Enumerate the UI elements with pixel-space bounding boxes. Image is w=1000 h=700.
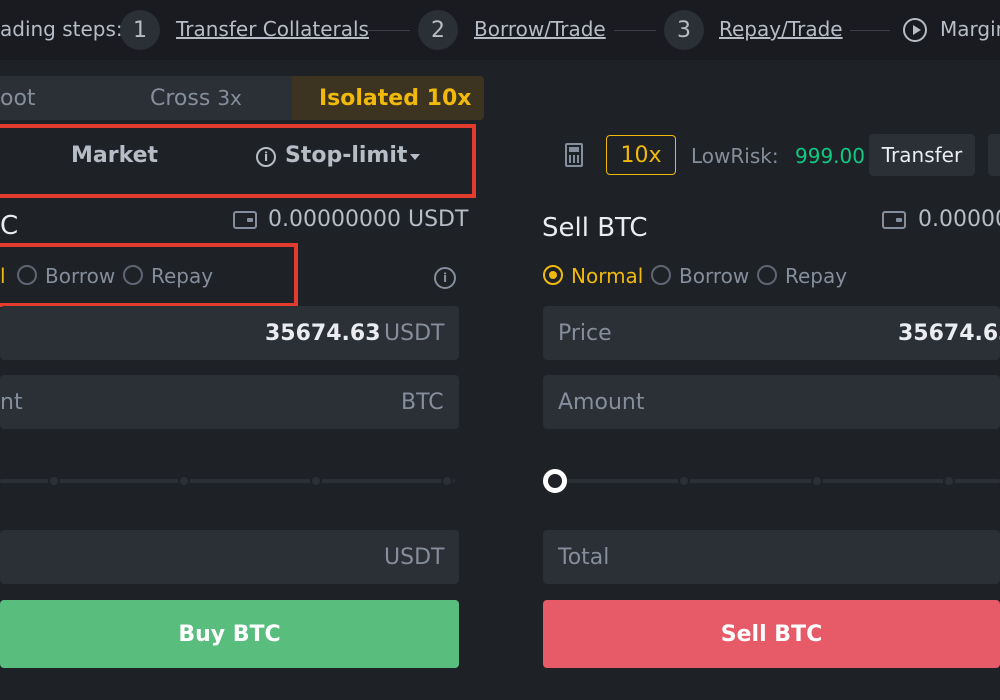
- sell-slider-track[interactable]: [555, 479, 1000, 483]
- tab-spot[interactable]: oot: [0, 86, 36, 111]
- buy-amount-input[interactable]: [0, 375, 459, 429]
- sell-mode-borrow-label[interactable]: Borrow: [679, 264, 749, 288]
- step-3-number: 3: [664, 10, 704, 50]
- sell-total-label: Total: [558, 545, 610, 570]
- sell-slider-handle[interactable]: [543, 469, 567, 493]
- buy-price-value: 35674.63: [265, 321, 381, 346]
- slider-mark-25[interactable]: [678, 475, 690, 487]
- step-connector: [368, 30, 410, 31]
- info-icon[interactable]: i: [256, 147, 276, 167]
- buy-slider-track[interactable]: [0, 479, 455, 483]
- borrow-button[interactable]: [988, 134, 1000, 176]
- sell-balance: 0.00000: [918, 207, 1000, 232]
- buy-price-unit: USDT: [384, 321, 445, 346]
- sell-mode-repay-radio[interactable]: [757, 265, 777, 285]
- buy-amount-label: nt: [0, 390, 23, 415]
- calculator-icon[interactable]: [565, 143, 583, 167]
- trading-steps-label: ading steps:: [0, 17, 123, 41]
- info-icon[interactable]: i: [434, 267, 456, 289]
- sell-mode-normal-radio[interactable]: [543, 265, 563, 285]
- step-2-number: 2: [418, 10, 458, 50]
- margin-tutorial-link[interactable]: Margin: [940, 17, 1000, 41]
- tab-cross[interactable]: Cross 3x: [150, 86, 242, 111]
- slider-mark-100[interactable]: [441, 475, 453, 487]
- sell-mode-normal-label[interactable]: Normal: [571, 264, 643, 288]
- tab-market[interactable]: Market: [71, 143, 158, 168]
- sell-btc-button[interactable]: Sell BTC: [543, 600, 1000, 668]
- tab-stop-limit[interactable]: Stop-limit: [285, 143, 407, 168]
- wallet-icon: [882, 211, 906, 229]
- sell-price-value: 35674.63: [898, 321, 1000, 346]
- buy-btc-button[interactable]: Buy BTC: [0, 600, 459, 668]
- buy-total-unit: USDT: [384, 545, 445, 570]
- sell-total-input[interactable]: [543, 530, 1000, 584]
- tab-isolated[interactable]: Isolated 10x: [319, 86, 471, 111]
- step-connector: [850, 30, 890, 31]
- buy-mode-repay-label[interactable]: Repay: [151, 264, 213, 288]
- buy-mode-borrow-label[interactable]: Borrow: [45, 264, 115, 288]
- buy-amount-unit: BTC: [401, 390, 444, 415]
- buy-balance: 0.00000000 USDT: [268, 207, 469, 232]
- slider-mark-75[interactable]: [943, 475, 955, 487]
- buy-title: C: [0, 211, 19, 241]
- risk-value: 999.00: [795, 144, 865, 168]
- sell-mode-repay-label[interactable]: Repay: [785, 264, 847, 288]
- sell-price-label: Price: [558, 321, 612, 346]
- leverage-button[interactable]: 10x: [606, 135, 676, 175]
- step-1-number: 1: [120, 10, 160, 50]
- transfer-button[interactable]: Transfer: [869, 134, 975, 176]
- slider-mark-50[interactable]: [811, 475, 823, 487]
- sell-title: Sell BTC: [542, 213, 648, 243]
- step-repay-trade-link[interactable]: Repay/Trade: [719, 17, 843, 41]
- play-circle-icon[interactable]: [903, 18, 927, 42]
- step-connector: [614, 30, 656, 31]
- sell-amount-label: Amount: [558, 390, 645, 415]
- buy-mode-repay-radio[interactable]: [123, 265, 143, 285]
- risk-label: LowRisk:: [691, 144, 779, 168]
- sell-mode-borrow-radio[interactable]: [651, 265, 671, 285]
- step-transfer-collaterals-link[interactable]: Transfer Collaterals: [176, 17, 369, 41]
- step-borrow-trade-link[interactable]: Borrow/Trade: [474, 17, 606, 41]
- chevron-down-icon[interactable]: [410, 154, 420, 160]
- slider-mark-25[interactable]: [48, 475, 60, 487]
- slider-mark-50[interactable]: [178, 475, 190, 487]
- buy-mode-borrow-radio[interactable]: [17, 265, 37, 285]
- slider-mark-75[interactable]: [310, 475, 322, 487]
- wallet-icon: [233, 211, 257, 229]
- buy-mode-normal-label[interactable]: l: [0, 264, 6, 288]
